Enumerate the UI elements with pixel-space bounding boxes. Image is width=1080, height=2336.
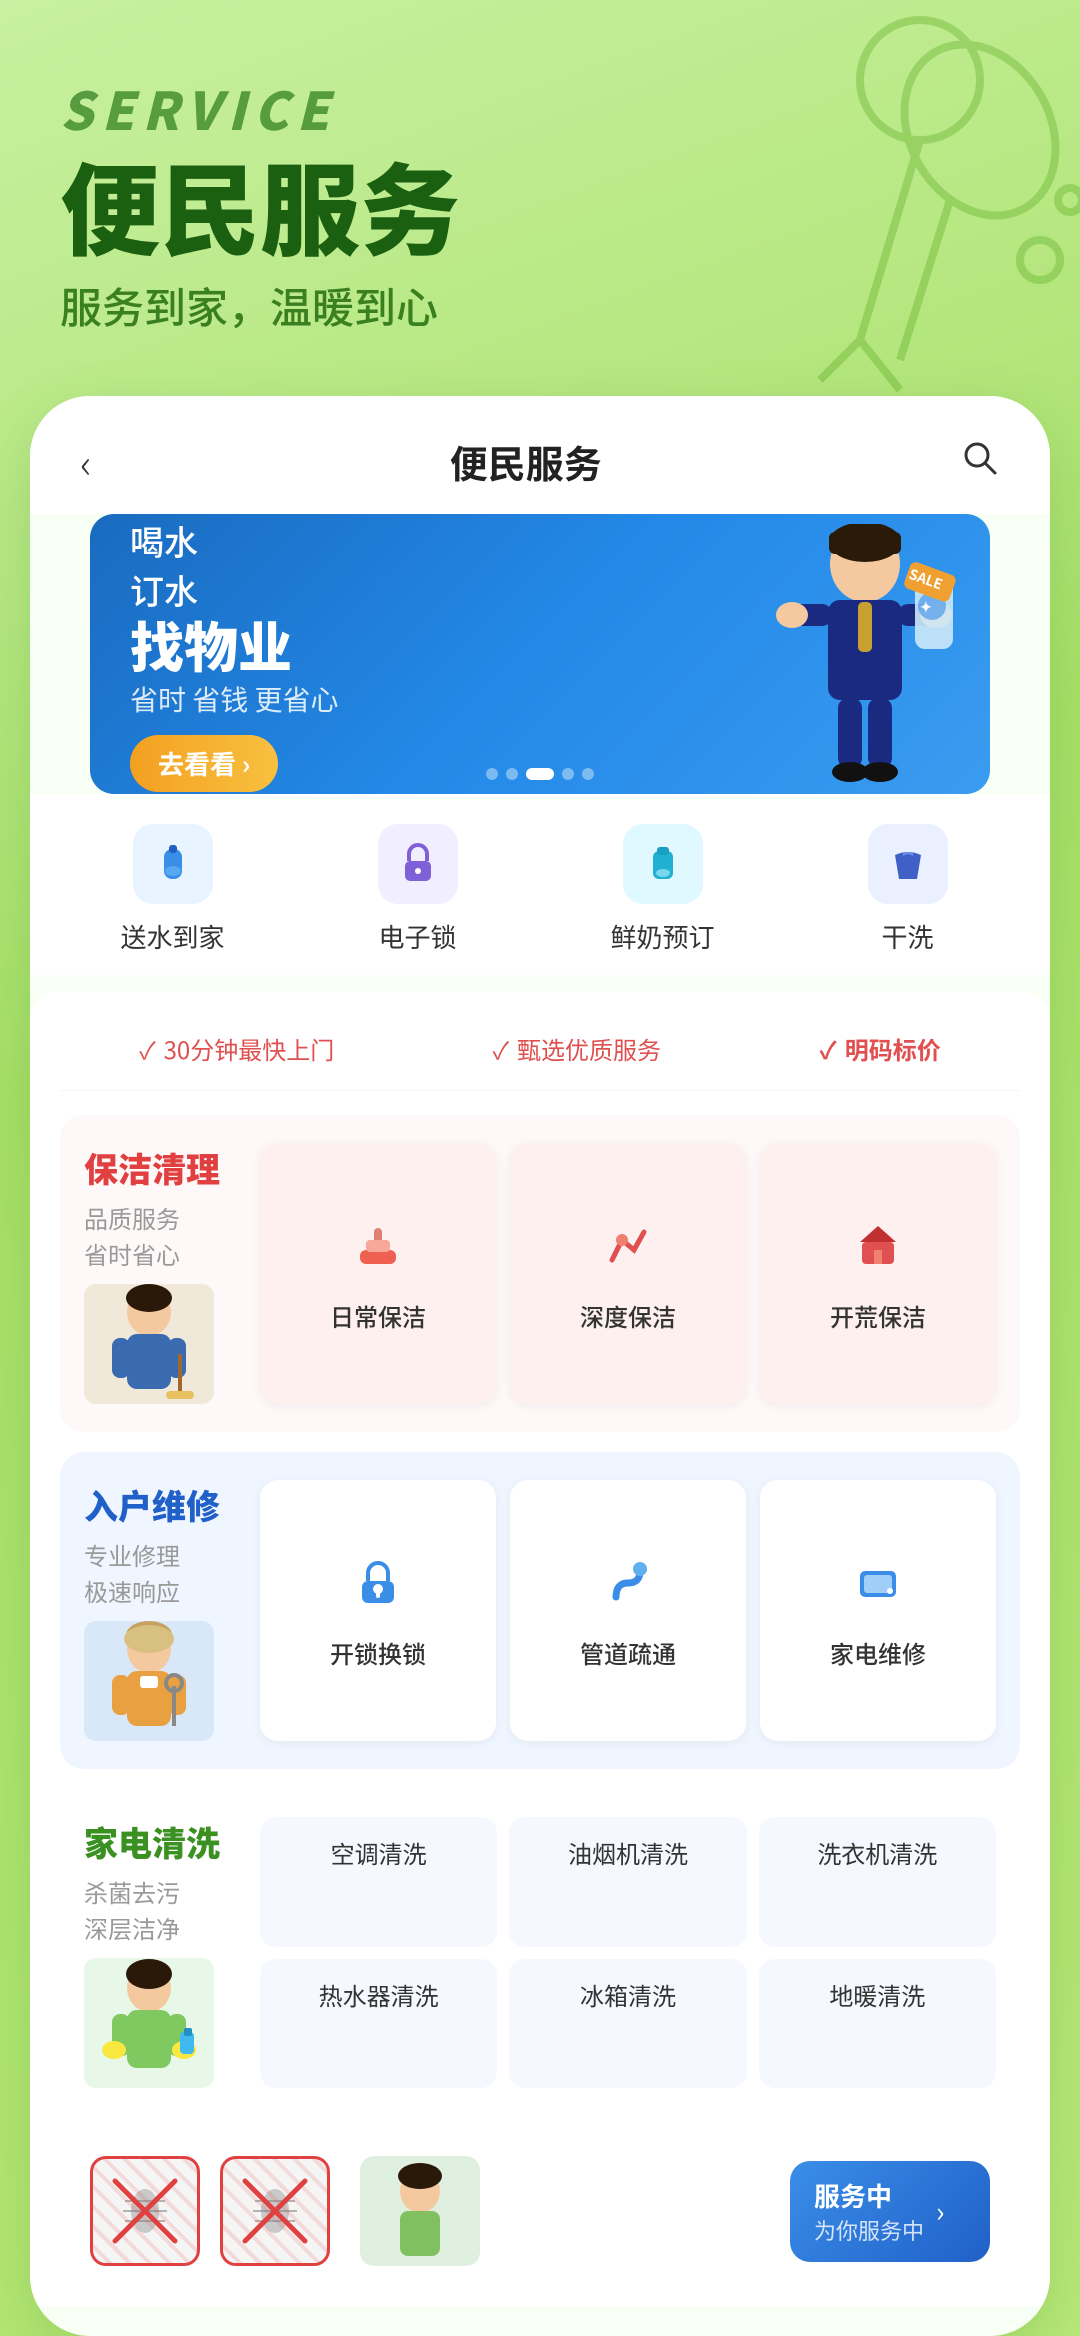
check-icon-1: ✓ xyxy=(139,1031,155,1066)
sections-container: ✓ 30分钟最快上门 ✓ 甄选优质服务 ✓ 明码标价 保洁清理 品质服务省时省心 xyxy=(30,991,1050,2306)
pest-icon-2 xyxy=(220,2156,330,2266)
appliance-repair-icon xyxy=(852,1557,904,1623)
service-thumbnail xyxy=(360,2156,480,2266)
nav-title: 便民服务 xyxy=(450,434,602,489)
sip-arrow-icon: › xyxy=(936,2191,944,2231)
milk-icon xyxy=(623,824,703,904)
drycleaning-icon xyxy=(868,824,948,904)
service-daily-cleaning[interactable]: 日常保洁 xyxy=(260,1143,496,1404)
sip-subtitle: 为你服务中 xyxy=(814,2214,924,2246)
service-plumbing[interactable]: 管道疏通 xyxy=(510,1480,746,1741)
sip-title: 服务中 xyxy=(814,2177,924,2214)
repair-title: 入户维修 xyxy=(84,1480,244,1529)
service-label-lock: 电子锁 xyxy=(378,918,456,955)
dot-3 xyxy=(526,768,554,780)
plumbing-icon xyxy=(602,1557,654,1623)
locksmith-label: 开锁换锁 xyxy=(330,1635,426,1670)
service-icon-milk[interactable]: 鲜奶预订 xyxy=(540,824,785,955)
service-locksmith[interactable]: 开锁换锁 xyxy=(260,1480,496,1741)
service-label-milk: 鲜奶预订 xyxy=(610,918,714,955)
dot-5 xyxy=(582,768,594,780)
daily-cleaning-label: 日常保洁 xyxy=(330,1298,426,1333)
appliance-title: 家电清洗 xyxy=(84,1817,244,1866)
appliance-water-heater[interactable]: 热水器清洗 xyxy=(260,1959,497,2089)
repair-desc: 专业修理极速响应 xyxy=(84,1537,244,1609)
cleaning-services: 日常保洁 深度保洁 开荒保洁 xyxy=(260,1143,996,1404)
header-area: SERVICE 便民服务 服务到家，温暖到心 xyxy=(0,0,1080,376)
appliance-fridge[interactable]: 冰箱清洗 xyxy=(509,1959,746,2089)
main-title: 便民服务 xyxy=(60,149,1080,259)
dot-4 xyxy=(562,768,574,780)
service-in-progress-button[interactable]: 服务中 为你服务中 › xyxy=(790,2161,990,2262)
guarantee-1: ✓ 30分钟最快上门 xyxy=(139,1031,334,1066)
service-label-eng: SERVICE xyxy=(60,70,1080,145)
cleaning-title: 保洁清理 xyxy=(84,1143,244,1192)
pioneer-cleaning-icon xyxy=(852,1220,904,1286)
check-icon-3: ✓ xyxy=(819,1031,836,1066)
cleaning-section: 保洁清理 品质服务省时省心 xyxy=(60,1115,1020,1432)
bottom-section: 服务中 为你服务中 › xyxy=(60,2136,1020,2286)
cleaning-desc: 品质服务省时省心 xyxy=(84,1200,244,1272)
service-pioneer-cleaning[interactable]: 开荒保洁 xyxy=(760,1143,996,1404)
appliance-services: 空调清洗 油烟机清洗 洗衣机清洗 热水器清洗 冰箱清洗 地暖清洗 xyxy=(260,1817,996,2088)
appliance-section: 家电清洗 杀菌去污深层洁净 xyxy=(60,1789,1020,2116)
service-label-drycleaning: 干洗 xyxy=(881,918,933,955)
appliance-ac[interactable]: 空调清洗 xyxy=(260,1817,497,1947)
appliance-hood[interactable]: 油烟机清洗 xyxy=(509,1817,746,1947)
nav-bar: ‹ 便民服务 xyxy=(30,396,1050,514)
water-icon xyxy=(133,824,213,904)
appliance-desc: 杀菌去污深层洁净 xyxy=(84,1874,244,1946)
pioneer-cleaning-label: 开荒保洁 xyxy=(830,1298,926,1333)
service-icon-water[interactable]: 送水到家 xyxy=(50,824,295,955)
guarantee-3: ✓ 明码标价 xyxy=(819,1031,940,1066)
service-deep-cleaning[interactable]: 深度保洁 xyxy=(510,1143,746,1404)
lock-icon xyxy=(378,824,458,904)
guarantee-2: ✓ 甄选优质服务 xyxy=(493,1031,661,1066)
banner-dots xyxy=(486,768,594,780)
service-icons-row: 送水到家 电子锁 鲜奶预订 干洗 xyxy=(30,794,1050,975)
pest-icon-1 xyxy=(90,2156,200,2266)
phone-card: ‹ 便民服务 喝水订水 找物业 省时 省钱 更省心 去看看 › xyxy=(30,396,1050,2336)
guarantee-bar: ✓ 30分钟最快上门 ✓ 甄选优质服务 ✓ 明码标价 xyxy=(60,1021,1020,1091)
banner-person-image: ✦ SALE xyxy=(760,524,970,794)
service-appliance-repair[interactable]: 家电维修 xyxy=(760,1480,996,1741)
repair-section: 入户维修 专业修理极速响应 xyxy=(60,1452,1020,1769)
service-icon-drycleaning[interactable]: 干洗 xyxy=(785,824,1030,955)
appliance-floor-heating[interactable]: 地暖清洗 xyxy=(759,1959,996,2089)
repair-services: 开锁换锁 管道疏通 家电维修 xyxy=(260,1480,996,1741)
daily-cleaning-icon xyxy=(352,1220,404,1286)
search-icon[interactable] xyxy=(960,432,1000,490)
plumbing-label: 管道疏通 xyxy=(580,1635,676,1670)
subtitle: 服务到家，温暖到心 xyxy=(60,275,1080,336)
service-icon-lock[interactable]: 电子锁 xyxy=(295,824,540,955)
dot-1 xyxy=(486,768,498,780)
back-button[interactable]: ‹ xyxy=(80,432,92,490)
deep-cleaning-icon xyxy=(602,1220,654,1286)
appliance-washer[interactable]: 洗衣机清洗 xyxy=(759,1817,996,1947)
banner-button[interactable]: 去看看 › xyxy=(130,735,278,792)
appliance-repair-label: 家电维修 xyxy=(830,1635,926,1670)
svg-text:✦: ✦ xyxy=(920,597,932,617)
locksmith-icon xyxy=(352,1557,404,1623)
banner[interactable]: 喝水订水 找物业 省时 省钱 更省心 去看看 › xyxy=(90,514,990,794)
check-icon-2: ✓ xyxy=(493,1031,509,1066)
deep-cleaning-label: 深度保洁 xyxy=(580,1298,676,1333)
service-label-water: 送水到家 xyxy=(120,918,224,955)
dot-2 xyxy=(506,768,518,780)
